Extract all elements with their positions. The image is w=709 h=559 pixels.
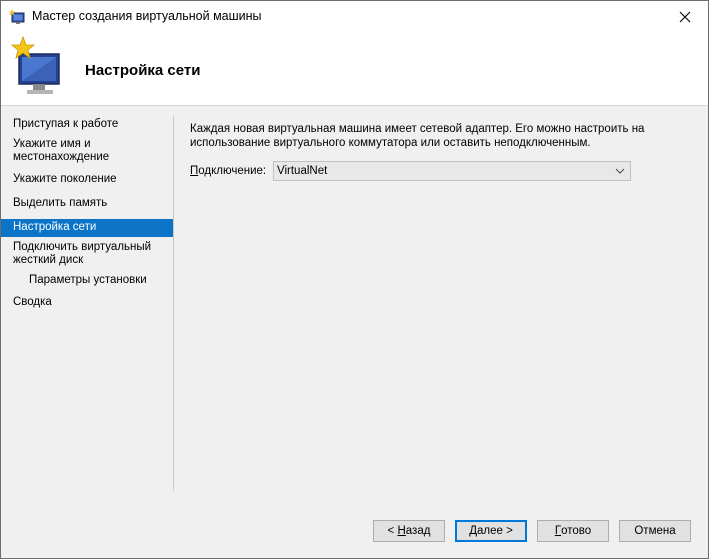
nav-item-name-location[interactable]: Укажите имя и местонахождение: [1, 136, 173, 167]
hyperv-wizard-icon: [9, 9, 25, 24]
nav-item-label: Укажите имя и местонахождение: [13, 138, 110, 163]
nav-item-install-options[interactable]: Параметры установки: [1, 272, 173, 290]
nav-item-networking[interactable]: Настройка сети: [1, 219, 173, 237]
window-title: Мастер создания виртуальной машины: [32, 9, 262, 23]
back-button-label: азад: [405, 525, 431, 537]
wizard-window: Мастер создания виртуальной машины Настр…: [0, 0, 709, 559]
nav-item-label: Настройка сети: [13, 221, 97, 233]
connection-label-text: одключение:: [198, 165, 267, 177]
nav-item-getting-started[interactable]: Приступая к работе: [1, 116, 173, 134]
connection-select-value: VirtualNet: [277, 165, 328, 177]
nav-item-label: Сводка: [13, 296, 52, 308]
finish-button-label: отово: [561, 525, 592, 537]
cancel-button[interactable]: Отмена: [619, 520, 691, 542]
chevron-down-icon: [615, 168, 625, 174]
wizard-header: Настройка сети: [1, 32, 708, 106]
nav-item-label: Укажите поколение: [13, 173, 117, 185]
next-button[interactable]: Далее >: [455, 520, 527, 542]
nav-item-label: Параметры установки: [29, 274, 147, 286]
nav-divider: [173, 116, 174, 491]
nav-item-virtual-disk[interactable]: Подключить виртуальный жесткий диск: [1, 239, 173, 270]
connection-label: Подключение:: [190, 165, 273, 177]
close-button[interactable]: [662, 1, 708, 32]
network-description: Каждая новая виртуальная машина имеет се…: [190, 123, 645, 149]
nav-item-memory[interactable]: Выделить память: [1, 195, 173, 213]
cancel-button-label: Отмена: [634, 525, 676, 537]
computer-monitor-star-icon: [10, 35, 60, 94]
wizard-steps-nav: Приступая к работе Укажите имя и местона…: [1, 116, 173, 312]
content-panel: Каждая новая виртуальная машина имеет се…: [190, 123, 690, 181]
nav-item-label: Выделить память: [13, 197, 108, 209]
next-button-label: алее >: [476, 525, 513, 537]
nav-item-label: Подключить виртуальный жесткий диск: [13, 241, 152, 266]
back-button-arrow: <: [387, 525, 398, 537]
page-title: Настройка сети: [85, 62, 201, 79]
title-bar: Мастер создания виртуальной машины: [1, 1, 708, 32]
finish-button[interactable]: Готово: [537, 520, 609, 542]
back-button[interactable]: < Назад: [373, 520, 445, 542]
nav-item-generation[interactable]: Укажите поколение: [1, 171, 173, 189]
back-button-accesskey: Н: [397, 525, 406, 537]
nav-item-label: Приступая к работе: [13, 118, 119, 130]
close-icon: [679, 11, 691, 22]
connection-select[interactable]: VirtualNet: [273, 161, 631, 181]
connection-row: Подключение: VirtualNet: [190, 161, 631, 181]
next-button-accesskey: Д: [469, 525, 477, 537]
nav-item-summary[interactable]: Сводка: [1, 294, 173, 312]
